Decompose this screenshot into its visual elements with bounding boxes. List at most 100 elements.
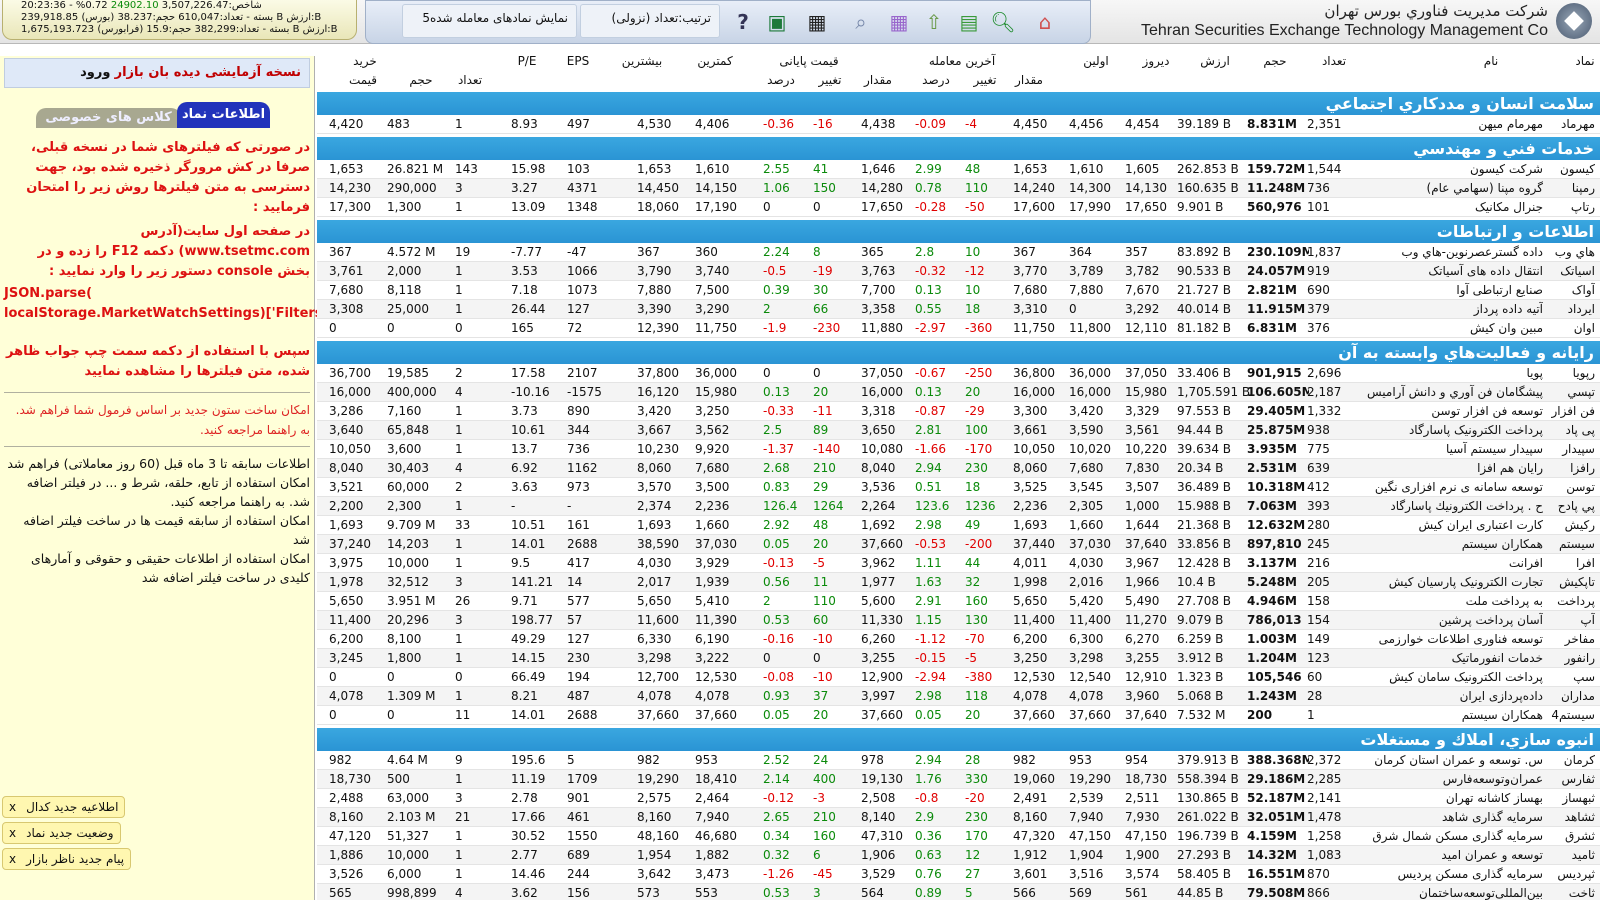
table-row[interactable]: ثپردیس سرمایه گذاری مسکن پردیس 870 16.551M 5…	[317, 865, 1600, 884]
col-change1[interactable]: تغییر	[819, 73, 842, 87]
cell-symbol[interactable]: رانفور	[1545, 649, 1595, 668]
cell-name[interactable]: س. توسعه و عمران استان کرمان	[1343, 751, 1543, 770]
cell-name[interactable]: گروه مپنا (سهامي عام)	[1343, 179, 1543, 198]
home-icon[interactable]: ⌂	[1028, 5, 1062, 39]
table-row[interactable]: رافزا رایان هم افزا 639 2.531M 20.34 B 7,830 7…	[317, 459, 1600, 478]
col-change2[interactable]: تغییر	[974, 73, 997, 87]
cell-name[interactable]: توسعه سامانه ی نرم افزاری نگین	[1343, 478, 1543, 497]
cell-name[interactable]: پيشگامان فن آوري و دانش آرامیس	[1343, 383, 1543, 402]
cell-symbol[interactable]: ثشاهد	[1545, 808, 1595, 827]
col-max[interactable]: بیشترین	[622, 54, 662, 68]
col-volume[interactable]: حجم	[1263, 54, 1286, 68]
col-count[interactable]: تعداد	[1322, 54, 1346, 68]
cell-symbol[interactable]: ثاخت	[1545, 884, 1595, 900]
col-buy[interactable]: خرید	[353, 54, 377, 68]
tab-private-classes[interactable]: کلاس های خصوصی	[36, 108, 181, 128]
cell-symbol[interactable]: اوان	[1545, 319, 1595, 338]
cell-name[interactable]: صنایع ارتباطی آوا	[1343, 281, 1543, 300]
col-percent2[interactable]: درصد	[922, 73, 950, 87]
cell-name[interactable]: پویا	[1343, 364, 1543, 383]
tab-symbol-info[interactable]: اطلاعات نماد	[177, 102, 270, 128]
cell-name[interactable]: شرکت کیسون	[1343, 160, 1543, 179]
calendar-icon[interactable]: ▦	[882, 5, 916, 39]
cell-symbol[interactable]: پی پاد	[1545, 421, 1596, 440]
cell-name[interactable]: سرمایه گذاری شاهد	[1343, 808, 1543, 827]
cell-symbol[interactable]: مفاخر	[1545, 630, 1595, 649]
cell-symbol[interactable]: ثبهساز	[1545, 789, 1595, 808]
table-row[interactable]: ثاخت بین‌المللی‌توسعه‌ساختمان 866 79.508M 44…	[317, 884, 1600, 900]
table-row[interactable]: مداران داده‌پردازی ایران 28 1.243M 5.068 B 3,…	[317, 687, 1600, 706]
excel-icon[interactable]: ▣	[760, 5, 794, 39]
grid-icon[interactable]: ▤	[952, 5, 986, 39]
table-row[interactable]: سیستم همکاران سیستم 245 897,810 33.856 B 37,6…	[317, 535, 1600, 554]
cell-name[interactable]: خدمات انفورماتیک	[1343, 649, 1543, 668]
table-row[interactable]: ثشرق سرمایه گذاری مسکن شمال شرق 1,258 4.159…	[317, 827, 1600, 846]
table-row[interactable]: ایرداد آتیه داده پرداز 379 11.915M 40.014 B 3…	[317, 300, 1600, 319]
cell-symbol[interactable]: اسیاتک	[1545, 262, 1595, 281]
cell-name[interactable]: کارت اعتباری ایران کیش	[1343, 516, 1543, 535]
cell-name[interactable]: عمران‌وتوسعه‌فارس	[1343, 770, 1543, 789]
cell-name[interactable]: آتیه داده پرداز	[1343, 300, 1543, 319]
table-row[interactable]: ثشاهد سرمایه گذاری شاهد 1,478 32.051M 261.02…	[317, 808, 1600, 827]
cell-name[interactable]: مهرمام میهن	[1343, 115, 1543, 134]
cell-symbol[interactable]: پي پادح	[1545, 497, 1595, 516]
cell-symbol[interactable]: رکیش	[1545, 516, 1595, 535]
cell-symbol[interactable]: کرمان	[1545, 751, 1595, 770]
table-row[interactable]: افرا افرانت 216 3.137M 12.428 B 3,967 4,030 4,0…	[317, 554, 1600, 573]
apps-icon[interactable]: ▦	[800, 5, 834, 39]
col-final-price[interactable]: قیمت پایانی	[779, 54, 838, 68]
cell-name[interactable]: افرانت	[1343, 554, 1543, 573]
close-icon[interactable]: x	[9, 823, 16, 843]
table-row[interactable]: ثامید توسعه و عمران امید 1,083 14.32M 27.293…	[317, 846, 1600, 865]
table-row[interactable]: مفاخر توسعه فناوری اطلاعات خوارزمی 149 1.00…	[317, 630, 1600, 649]
cell-name[interactable]: سپیدار سیستم آسیا	[1343, 440, 1543, 459]
table-row[interactable]: هاي وب داده گسترعصرنوين-هاي وب 1,837 230.10…	[317, 243, 1600, 262]
cell-symbol[interactable]: ثفارس	[1545, 770, 1595, 789]
cell-symbol[interactable]: ثپردیس	[1545, 865, 1595, 884]
col-buy-price[interactable]: قیمت	[349, 73, 377, 87]
show-traded-toggle[interactable]: 5نمایش نمادهای معامله شده	[402, 4, 577, 38]
table-row[interactable]: تپسي پيشگامان فن آوري و دانش آرامیس 2,187 1…	[317, 383, 1600, 402]
cell-name[interactable]: سرمایه گذاری مسکن شمال شرق	[1343, 827, 1543, 846]
notification-2[interactable]: وضعیت جدید نماد x	[2, 822, 121, 844]
cell-name[interactable]: همکاران سیستم	[1343, 706, 1543, 725]
cell-symbol[interactable]: توسن	[1545, 478, 1595, 497]
cell-name[interactable]: همکاران سیستم	[1343, 535, 1543, 554]
col-last-trade[interactable]: آخرین معامله	[929, 54, 995, 68]
table-row[interactable]: رانفور خدمات انفورماتیک 123 1.204M 3.912 B 3,…	[317, 649, 1600, 668]
col-yesterday[interactable]: دیروز	[1143, 54, 1170, 68]
table-row[interactable]: پی پاد پرداخت الکترونیک پاسارگاد 938 25.875…	[317, 421, 1600, 440]
cell-name[interactable]: آسان پرداخت پرشین	[1343, 611, 1543, 630]
cell-symbol[interactable]: سیستم4	[1545, 706, 1595, 725]
sort-field[interactable]: ترتیب:تعداد (نزولی)	[580, 4, 720, 38]
cell-symbol[interactable]: فن افزار	[1545, 402, 1595, 421]
table-row[interactable]: رپویا پویا 2,696 901,915 33.406 B 37,050 36,00…	[317, 364, 1600, 383]
table-row[interactable]: رکیش کارت اعتباری ایران کیش 280 12.632M 21.3…	[317, 516, 1600, 535]
cell-symbol[interactable]: ثشرق	[1545, 827, 1595, 846]
cell-symbol[interactable]: ثامید	[1545, 846, 1595, 865]
cell-symbol[interactable]: هاي وب	[1545, 243, 1595, 262]
table-row[interactable]: پي پادح ح . پرداخت الكترونيك پاسارگاد 393 7…	[317, 497, 1600, 516]
col-pe[interactable]: P/E	[518, 54, 537, 68]
col-first[interactable]: اولین	[1083, 54, 1109, 68]
col-eps[interactable]: EPS	[567, 54, 589, 68]
cell-symbol[interactable]: ایرداد	[1545, 300, 1595, 319]
close-icon[interactable]: x	[9, 849, 16, 869]
cell-symbol[interactable]: سپیدار	[1545, 440, 1595, 459]
cell-symbol[interactable]: رافزا	[1545, 459, 1595, 478]
col-name[interactable]: نام	[1484, 54, 1498, 68]
cell-name[interactable]: بهساز کاشانه تهران	[1343, 789, 1543, 808]
cell-symbol[interactable]: رمپنا	[1545, 179, 1595, 198]
table-row[interactable]: کرمان س. توسعه و عمران استان کرمان 2,372 38…	[317, 751, 1600, 770]
col-symbol[interactable]: نماد	[1575, 54, 1594, 68]
cell-name[interactable]: داده‌پردازی ایران	[1343, 687, 1543, 706]
col-min[interactable]: کمترین	[697, 54, 732, 68]
table-row[interactable]: توسن توسعه سامانه ی نرم افزاری نگین 412 10.…	[317, 478, 1600, 497]
help-icon[interactable]: ?	[726, 5, 760, 39]
cell-name[interactable]: تجارت الکترونیک پارسیان کیش	[1343, 573, 1543, 592]
cell-name[interactable]: سرمایه گذاری مسکن پردیس	[1343, 865, 1543, 884]
table-row[interactable]: ثبهساز بهساز کاشانه تهران 2,141 52.187M 130.…	[317, 789, 1600, 808]
col-amount1[interactable]: مقدار	[864, 73, 892, 87]
table-row[interactable]: رمپنا گروه مپنا (سهامي عام) 736 11.248M 160.…	[317, 179, 1600, 198]
search-icon[interactable]: 🔍︎	[986, 5, 1020, 39]
